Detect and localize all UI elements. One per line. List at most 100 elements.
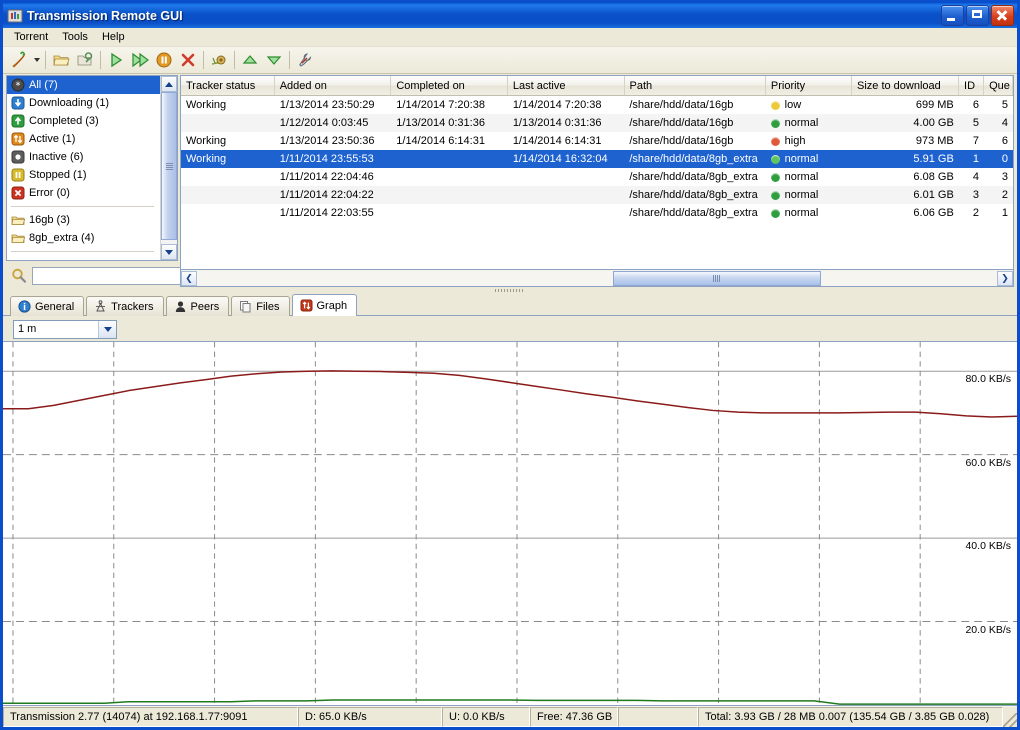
column-header-last-active[interactable]: Last active: [508, 76, 625, 95]
resize-grip-icon[interactable]: [1003, 713, 1017, 727]
cell-added-on: 1/13/2014 23:50:29: [275, 99, 392, 111]
status-bar: Transmission 2.77 (14074) at 192.168.1.7…: [3, 706, 1017, 727]
hscrollbar-track[interactable]: [197, 271, 997, 286]
sidebar-item-downloading[interactable]: Downloading (1): [7, 94, 160, 112]
priority-label: normal: [785, 171, 819, 183]
alt-speed-icon[interactable]: [207, 49, 231, 71]
cell-completed-on: 1/14/2014 7:20:38: [391, 99, 508, 111]
column-header-completed-on[interactable]: Completed on: [391, 76, 508, 95]
cell-size: 6.01 GB: [852, 189, 959, 201]
close-button[interactable]: [991, 5, 1014, 26]
cell-id: 5: [959, 117, 984, 129]
tab-graph[interactable]: Graph: [292, 294, 358, 316]
sidebar-item-stopped[interactable]: Stopped (1): [7, 166, 160, 184]
table-row[interactable]: 1/11/2014 22:04:22/share/hdd/data/8gb_ex…: [181, 186, 1013, 204]
add-torrent-icon[interactable]: [7, 49, 31, 71]
toolbar-separator: [234, 51, 235, 69]
column-header-path[interactable]: Path: [625, 76, 766, 95]
tab-peers[interactable]: Peers: [166, 296, 230, 316]
pane-splitter[interactable]: [3, 287, 1017, 294]
sidebar-item-inactive[interactable]: Inactive (6): [7, 148, 160, 166]
scroll-up-icon[interactable]: [161, 76, 177, 92]
remove-torrent-icon[interactable]: [176, 49, 200, 71]
menu-item-help[interactable]: Help: [95, 30, 132, 44]
sidebar-item-all[interactable]: * All (7): [7, 76, 160, 94]
table-row[interactable]: Working1/11/2014 23:55:531/14/2014 16:32…: [181, 150, 1013, 168]
sidebar-item-active[interactable]: Active (1): [7, 130, 160, 148]
scroll-right-icon[interactable]: ❯: [997, 271, 1013, 286]
search-row: [6, 261, 178, 287]
sidebar-scrollbar[interactable]: [160, 76, 177, 260]
cell-priority: normal: [766, 207, 852, 219]
toolbar-separator: [45, 51, 46, 69]
chevron-down-icon[interactable]: [98, 321, 116, 338]
table-row[interactable]: Working1/13/2014 23:50:291/14/2014 7:20:…: [181, 96, 1013, 114]
cell-size: 699 MB: [852, 99, 959, 111]
cell-priority: normal: [766, 171, 852, 183]
filter-list-items: * All (7) Downloading (1): [7, 76, 160, 260]
open-folder-icon[interactable]: [49, 49, 73, 71]
sidebar-item-label: Downloading (1): [29, 97, 109, 109]
asterisk-icon: *: [11, 78, 25, 92]
cell-last-active: 1/14/2014 7:20:38: [508, 99, 625, 111]
cell-path: /share/hdd/data/8gb_extra: [624, 171, 765, 183]
sidebar-item-completed[interactable]: Completed (3): [7, 112, 160, 130]
table-row[interactable]: 1/12/2014 0:03:451/13/2014 0:31:361/13/2…: [181, 114, 1013, 132]
cell-id: 3: [959, 189, 984, 201]
properties-icon[interactable]: [293, 49, 317, 71]
transmission-icon: [7, 8, 23, 24]
pause-torrent-icon[interactable]: [152, 49, 176, 71]
speed-graph-svg: [3, 342, 1017, 705]
column-header-priority[interactable]: Priority: [766, 76, 852, 95]
minimize-button[interactable]: [941, 5, 964, 26]
column-header-added-on[interactable]: Added on: [275, 76, 392, 95]
filter-list[interactable]: * All (7) Downloading (1): [6, 75, 178, 261]
start-all-icon[interactable]: [128, 49, 152, 71]
sidebar-item-label: Inactive (6): [29, 151, 83, 163]
table-horizontal-scrollbar[interactable]: ❮ ❯: [180, 270, 1014, 287]
tab-trackers[interactable]: Trackers: [86, 296, 163, 316]
column-header-que[interactable]: Que: [984, 76, 1013, 95]
priority-label: normal: [785, 189, 819, 201]
scrollbar-thumb[interactable]: [161, 92, 177, 240]
folder-icon: [11, 213, 25, 227]
graph-controls: 1 m: [3, 318, 1017, 340]
hscrollbar-thumb[interactable]: [613, 271, 821, 286]
svg-text:*: *: [16, 81, 21, 92]
priority-label: normal: [785, 153, 819, 165]
cell-added-on: 1/12/2014 0:03:45: [275, 117, 392, 129]
table-row[interactable]: 1/11/2014 22:03:55/share/hdd/data/8gb_ex…: [181, 204, 1013, 222]
priority-dot-icon: [771, 101, 780, 110]
sidebar-item-error[interactable]: Error (0): [7, 184, 160, 202]
scroll-down-icon[interactable]: [161, 244, 177, 260]
tab-label: Files: [256, 301, 279, 313]
folder-icon: [11, 231, 25, 245]
move-up-icon[interactable]: [238, 49, 262, 71]
sidebar-folder-8gb-extra[interactable]: 8gb_extra (4): [7, 229, 160, 247]
menu-item-tools[interactable]: Tools: [55, 30, 95, 44]
table-row[interactable]: Working1/13/2014 23:50:361/14/2014 6:14:…: [181, 132, 1013, 150]
column-header-size-to-download[interactable]: Size to download: [852, 76, 959, 95]
table-body: Working1/13/2014 23:50:291/14/2014 7:20:…: [181, 96, 1013, 269]
interval-select[interactable]: 1 m: [13, 320, 117, 339]
cell-priority: normal: [766, 189, 852, 201]
search-input[interactable]: [32, 267, 182, 285]
start-torrent-icon[interactable]: [104, 49, 128, 71]
cell-tracker-status: Working: [181, 153, 275, 165]
menu-item-torrent[interactable]: Torrent: [7, 30, 55, 44]
add-torrent-dropdown-icon[interactable]: [31, 49, 42, 71]
priority-label: high: [785, 135, 806, 147]
y-axis-label-80: 80.0 KB/s: [965, 373, 1011, 385]
table-row[interactable]: 1/11/2014 22:04:46/share/hdd/data/8gb_ex…: [181, 168, 1013, 186]
move-down-icon[interactable]: [262, 49, 286, 71]
sidebar-folder-16gb[interactable]: 16gb (3): [7, 211, 160, 229]
add-link-icon[interactable]: [73, 49, 97, 71]
cell-added-on: 1/11/2014 23:55:53: [275, 153, 392, 165]
cell-que: 4: [984, 117, 1013, 129]
column-header-tracker-status[interactable]: Tracker status: [181, 76, 275, 95]
maximize-button[interactable]: [966, 5, 989, 26]
scroll-left-icon[interactable]: ❮: [181, 271, 197, 286]
tab-files[interactable]: Files: [231, 296, 289, 316]
column-header-id[interactable]: ID: [959, 76, 984, 95]
tab-general[interactable]: General: [10, 296, 84, 316]
